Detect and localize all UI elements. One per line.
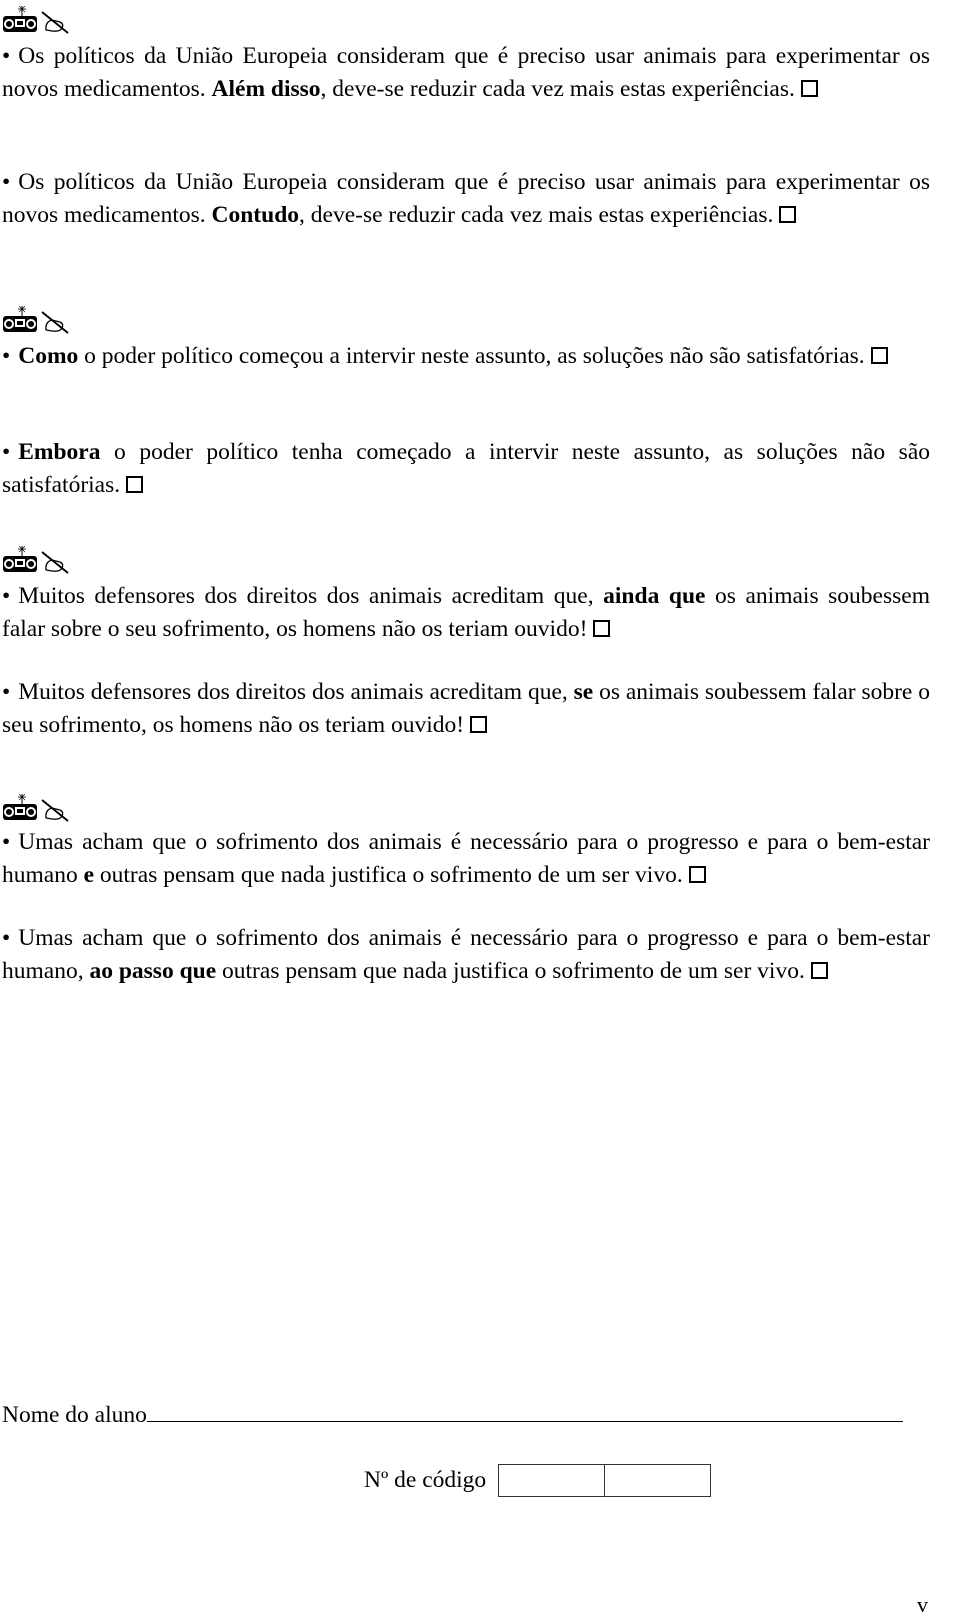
option-1b: • Os políticos da União Europeia consider… [2, 166, 930, 232]
connective: ao passo que [89, 958, 217, 984]
radio-icon [2, 794, 38, 822]
student-name-row: Nome do aluno [2, 1399, 903, 1430]
connective: Como [18, 343, 79, 369]
bullet: • [2, 43, 11, 69]
section-3-icons [2, 544, 70, 574]
option-3a: • Muitos defensores dos direitos dos anim… [2, 580, 930, 646]
writing-hand-icon [40, 8, 70, 34]
bullet: • [2, 925, 11, 951]
sentence-text: , deve-se reduzir cada vez mais estas ex… [299, 202, 774, 228]
page-marker: v [917, 1592, 928, 1617]
sentence-text: , deve-se reduzir cada vez mais estas ex… [320, 76, 795, 102]
bullet: • [2, 583, 11, 609]
writing-hand-icon [40, 548, 70, 574]
answer-checkbox[interactable] [470, 716, 488, 733]
section-4-icons [2, 792, 70, 822]
sentence-text: outras pensam que nada justifica o sofri… [216, 958, 805, 984]
section-2-icons [2, 304, 70, 334]
student-code-label: Nº de código [364, 1467, 487, 1493]
bullet: • [2, 679, 11, 705]
bullet: • [2, 439, 11, 465]
writing-hand-icon [40, 308, 70, 334]
sentence-text: Muitos defensores dos direitos dos anima… [18, 679, 574, 705]
sentence-text: Muitos defensores dos direitos dos anima… [18, 583, 604, 609]
answer-checkbox[interactable] [688, 866, 706, 883]
writing-hand-icon [40, 796, 70, 822]
connective: e [83, 862, 95, 888]
answer-checkbox[interactable] [800, 80, 818, 97]
radio-icon [2, 546, 38, 574]
option-4a: • Umas acham que o sofrimento dos animais… [2, 826, 930, 892]
option-2a: • Como o poder político começou a intervi… [2, 340, 930, 373]
section-1-icons [2, 4, 70, 34]
answer-checkbox[interactable] [593, 620, 611, 637]
student-name-field[interactable] [146, 1399, 903, 1422]
code-cell-1[interactable] [499, 1465, 604, 1496]
option-3b: • Muitos defensores dos direitos dos anim… [2, 676, 930, 742]
bullet: • [2, 829, 11, 855]
answer-checkbox[interactable] [779, 206, 797, 223]
answer-checkbox[interactable] [126, 476, 144, 493]
option-1a: • Os políticos da União Europeia consider… [2, 40, 930, 106]
option-4b: • Umas acham que o sofrimento dos animais… [2, 922, 930, 988]
radio-icon [2, 6, 38, 34]
connective: Contudo [211, 202, 300, 228]
student-name-label: Nome do aluno [2, 1402, 147, 1428]
sentence-text: o poder político começou a intervir nest… [78, 343, 865, 369]
code-cell-2[interactable] [604, 1465, 710, 1496]
option-2b: • Embora o poder político tenha começado … [2, 436, 930, 502]
connective: Além disso [211, 76, 321, 102]
connective: ainda que [603, 583, 706, 609]
student-code-box [498, 1464, 712, 1497]
radio-icon [2, 306, 38, 334]
bullet: • [2, 169, 11, 195]
connective: Embora [18, 439, 101, 465]
sentence-text: outras pensam que nada justifica o sofri… [94, 862, 683, 888]
answer-checkbox[interactable] [810, 962, 828, 979]
answer-checkbox[interactable] [870, 347, 888, 364]
connective: se [573, 679, 594, 705]
bullet: • [2, 343, 11, 369]
student-code-row: Nº de código [364, 1464, 712, 1497]
